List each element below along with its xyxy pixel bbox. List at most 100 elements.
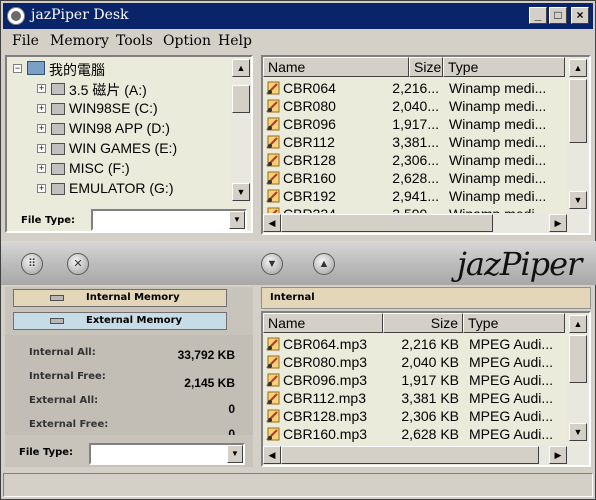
chevron-down-icon[interactable]: ▼: [227, 445, 243, 463]
expand-icon[interactable]: +: [37, 104, 46, 113]
file-row[interactable]: CBR160 2,628... Winamp medi...: [263, 169, 565, 187]
scroll-down-button[interactable]: ▼: [569, 423, 587, 441]
external-all-label: External All:: [29, 395, 99, 406]
audio-file-icon: [266, 81, 280, 95]
expand-icon[interactable]: +: [37, 144, 46, 153]
computer-icon: [27, 61, 45, 75]
file-type-select[interactable]: ▼: [91, 209, 247, 231]
file-row[interactable]: CBR080 2,040... Winamp medi...: [263, 97, 565, 115]
scroll-thumb[interactable]: [281, 446, 539, 464]
column-header-size[interactable]: Size: [409, 57, 443, 77]
minimize-button[interactable]: _: [529, 7, 547, 24]
close-button[interactable]: ×: [571, 7, 589, 24]
file-type: Winamp medi...: [449, 98, 547, 114]
expand-icon[interactable]: +: [37, 124, 46, 133]
file-type: Winamp medi...: [449, 188, 547, 204]
file-row[interactable]: CBR160.mp3 2,628 KB MPEG Audi...: [263, 425, 565, 443]
file-row[interactable]: CBR128.mp3 2,306 KB MPEG Audi...: [263, 407, 565, 425]
tree-scrollbar[interactable]: ▲ ▼: [231, 59, 251, 203]
pc-file-rows[interactable]: CBR064 2,216... Winamp medi... CBR080 2,040.…: [263, 79, 565, 215]
file-size: 2,306 KB: [401, 408, 459, 424]
scroll-left-button[interactable]: ◀: [263, 446, 281, 464]
file-name: CBR064.mp3: [283, 336, 368, 352]
file-size: 2,628...: [392, 170, 439, 186]
file-name: CBR080.mp3: [283, 354, 368, 370]
download-button[interactable]: ▼: [261, 253, 283, 275]
tree-item-drive-e[interactable]: + WIN GAMES (E:): [9, 139, 229, 159]
audio-file-icon: [266, 391, 280, 405]
file-row[interactable]: CBR192 2,941... Winamp medi...: [263, 187, 565, 205]
file-row[interactable]: CBR128 2,306... Winamp medi...: [263, 151, 565, 169]
device-list-vscrollbar[interactable]: ▲ ▼: [567, 313, 589, 443]
file-name: CBR192: [283, 188, 336, 204]
scroll-thumb[interactable]: [232, 85, 250, 113]
scroll-right-button[interactable]: ▶: [549, 446, 567, 464]
file-row[interactable]: CBR096.mp3 1,917 KB MPEG Audi...: [263, 371, 565, 389]
title-bar[interactable]: jazPiper Desk _ □ ×: [3, 3, 593, 29]
expand-icon[interactable]: +: [37, 84, 46, 93]
file-type: MPEG Audi...: [469, 354, 554, 370]
scroll-up-button[interactable]: ▲: [569, 59, 587, 77]
tree-item-drive-f[interactable]: + MISC (F:): [9, 159, 229, 179]
column-header-size[interactable]: Size: [383, 313, 463, 333]
internal-memory-tab[interactable]: Internal Memory: [13, 289, 227, 307]
menu-memory[interactable]: Memory: [50, 33, 109, 49]
file-name: CBR112.mp3: [283, 390, 367, 406]
collapse-icon[interactable]: −: [13, 64, 22, 73]
scroll-thumb[interactable]: [281, 214, 493, 232]
file-row[interactable]: CBR112 3,381... Winamp medi...: [263, 133, 565, 151]
device-list-hscrollbar[interactable]: ◀ ▶: [263, 445, 589, 465]
maximize-button[interactable]: □: [549, 7, 567, 24]
file-row[interactable]: CBR096 1,917... Winamp medi...: [263, 115, 565, 133]
folder-tree[interactable]: − 我的電腦 + 3.5 磁片 (A:) + WIN98SE (C:) + WI…: [9, 59, 233, 205]
device-file-rows[interactable]: CBR064.mp3 2,216 KB MPEG Audi... CBR080.mp3…: [263, 335, 565, 443]
scroll-right-button[interactable]: ▶: [549, 214, 567, 232]
scroll-left-button[interactable]: ◀: [263, 214, 281, 232]
column-header-type[interactable]: Type: [463, 313, 565, 333]
delete-button[interactable]: ✕: [67, 253, 89, 275]
tree-item-my-computer[interactable]: − 我的電腦: [9, 59, 229, 79]
column-header-name[interactable]: Name: [263, 313, 383, 333]
device-file-type-select[interactable]: ▼: [89, 443, 245, 465]
column-header-type[interactable]: Type: [443, 57, 565, 77]
scroll-down-button[interactable]: ▼: [232, 183, 250, 201]
tree-item-label: 3.5 磁片 (A:): [69, 82, 147, 98]
tree-item-drive-c[interactable]: + WIN98SE (C:): [9, 99, 229, 119]
tree-item-drive-d[interactable]: + WIN98 APP (D:): [9, 119, 229, 139]
menu-tools[interactable]: Tools: [116, 33, 153, 49]
pc-list-hscrollbar[interactable]: ◀ ▶: [263, 213, 589, 233]
expand-icon[interactable]: +: [37, 184, 46, 193]
file-size: 2,216 KB: [401, 336, 459, 352]
scroll-thumb[interactable]: [569, 335, 587, 383]
tree-item-drive-g[interactable]: + EMULATOR (G:): [9, 179, 229, 199]
file-row[interactable]: CBR064.mp3 2,216 KB MPEG Audi...: [263, 335, 565, 353]
tree-item-drive-a[interactable]: + 3.5 磁片 (A:): [9, 79, 229, 99]
file-size: 3,381...: [392, 134, 439, 150]
file-size: 2,628 KB: [401, 426, 459, 442]
tree-item-label: MISC (F:): [69, 160, 130, 176]
app-icon[interactable]: [7, 7, 25, 25]
scroll-up-button[interactable]: ▲: [232, 59, 250, 77]
file-name: CBR064: [283, 80, 336, 96]
hard-drive-icon: [51, 123, 65, 135]
pc-list-vscrollbar[interactable]: ▲ ▼: [567, 57, 589, 213]
external-free-value: 0: [228, 427, 235, 435]
scroll-up-button[interactable]: ▲: [569, 315, 587, 333]
external-memory-tab[interactable]: External Memory: [13, 312, 227, 330]
file-row[interactable]: CBR112.mp3 3,381 KB MPEG Audi...: [263, 389, 565, 407]
menu-file[interactable]: File: [12, 33, 39, 49]
scroll-down-button[interactable]: ▼: [569, 191, 587, 209]
format-button[interactable]: ⠿: [21, 253, 43, 275]
file-row[interactable]: CBR080.mp3 2,040 KB MPEG Audi...: [263, 353, 565, 371]
chevron-down-icon[interactable]: ▼: [229, 211, 245, 229]
column-header-name[interactable]: Name: [263, 57, 409, 77]
audio-file-icon: [266, 189, 280, 203]
pc-file-list: Name Size Type CBR064 2,216... Winamp medi…: [261, 55, 591, 235]
expand-icon[interactable]: +: [37, 164, 46, 173]
menu-help[interactable]: Help: [218, 33, 252, 49]
file-row[interactable]: CBR064 2,216... Winamp medi...: [263, 79, 565, 97]
internal-free-label: Internal Free:: [29, 371, 106, 382]
menu-option[interactable]: Option: [163, 33, 211, 49]
scroll-thumb[interactable]: [569, 79, 587, 143]
upload-button[interactable]: ▲: [313, 253, 335, 275]
